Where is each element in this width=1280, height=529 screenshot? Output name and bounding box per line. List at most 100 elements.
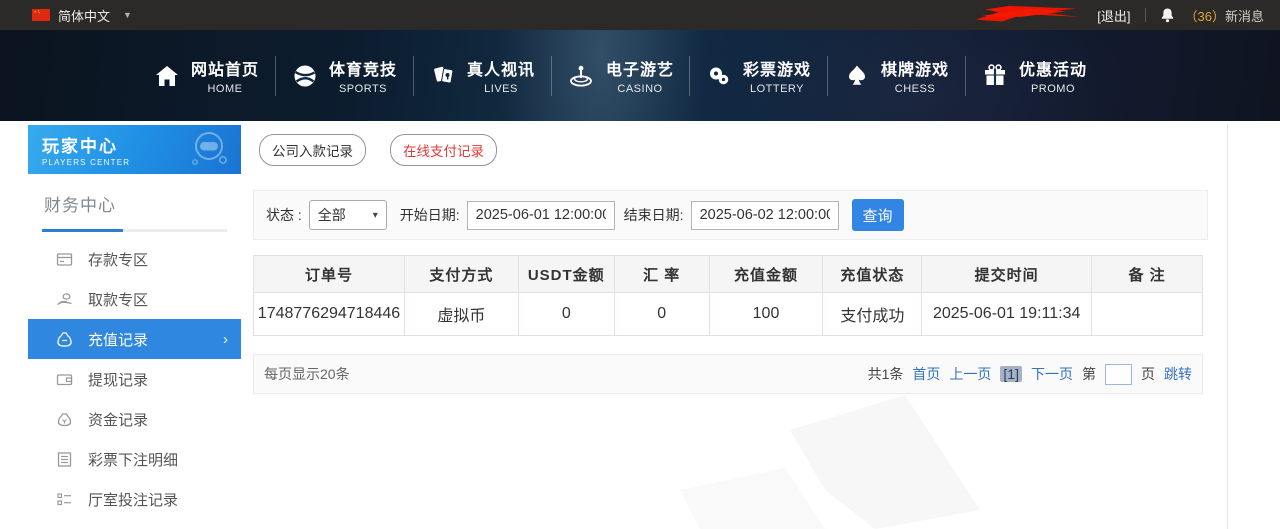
- next-page-link[interactable]: 下一页: [1031, 364, 1073, 384]
- filter-bar: 状态 : 全部 ▾ 开始日期: 结束日期: 查询: [253, 190, 1208, 240]
- status-label: 状态 :: [266, 205, 302, 225]
- sports-icon: [292, 63, 318, 89]
- nav-label-zh: 优惠活动: [1019, 56, 1087, 80]
- sidebar-item-lottery-bet-detail[interactable]: 彩票下注明细: [28, 439, 241, 479]
- main-content: 公司入款记录 在线支付记录 状态 : 全部 ▾ 开始日期: 结束日期: 查询 订…: [253, 125, 1208, 394]
- sidebar-item-label: 充值记录: [88, 329, 148, 350]
- sidebar-item-recharge-record[interactable]: 充值记录 ›: [28, 319, 241, 359]
- table-header-row: 订单号 支付方式 USDT金额 汇 率 充值金额 充值状态 提交时间 备 注: [254, 256, 1203, 293]
- status-select[interactable]: 全部 ▾: [309, 200, 387, 230]
- col-recharge-amount: 充值金额: [709, 256, 823, 293]
- section-title: 财务中心: [42, 187, 227, 229]
- withdrawal-record-icon: [56, 371, 73, 388]
- content-right-border: [1227, 124, 1228, 529]
- sidebar-item-label: 彩票下注明细: [88, 449, 178, 470]
- jump-link[interactable]: 跳转: [1164, 364, 1192, 384]
- start-date-input[interactable]: [467, 201, 615, 230]
- message-label[interactable]: 新消息: [1225, 9, 1264, 24]
- chevron-down-icon: ▾: [373, 210, 378, 221]
- chess-icon: [844, 63, 870, 89]
- nav-item-chess[interactable]: 棋牌游戏 CHESS: [828, 56, 965, 95]
- query-button[interactable]: 查询: [852, 199, 904, 231]
- nav-label-en: LOTTERY: [750, 83, 804, 95]
- sidebar-item-deposit[interactable]: 存款专区: [28, 239, 241, 279]
- redaction-scribble: [972, 5, 1087, 25]
- nav-item-lottery[interactable]: 彩票游戏 LOTTERY: [690, 56, 827, 95]
- sidebar-item-label: 厅室投注记录: [88, 489, 178, 510]
- language-selector[interactable]: 简体中文 ▼: [32, 6, 132, 25]
- sidebar-item-label: 资金记录: [88, 409, 148, 430]
- cell-exchange-rate: 0: [614, 293, 709, 336]
- cell-recharge-status: 支付成功: [823, 293, 922, 336]
- sidebar-item-withdrawal-record[interactable]: 提现记录: [28, 359, 241, 399]
- page-number-input[interactable]: [1105, 364, 1132, 385]
- section-underline: [42, 229, 227, 232]
- home-icon: [154, 64, 180, 88]
- sidebar-item-label: 取款专区: [88, 289, 148, 310]
- total-count: 共1条: [868, 364, 904, 384]
- sidebar-item-player-bet-report[interactable]: 玩家投注报表: [28, 519, 241, 529]
- sidebar-item-withdraw[interactable]: 取款专区: [28, 279, 241, 319]
- cell-submit-time: 2025-06-01 19:11:34: [922, 293, 1092, 336]
- nav-label-en: SPORTS: [339, 83, 387, 95]
- nav-label-en: CASINO: [617, 83, 662, 95]
- bell-icon[interactable]: [1160, 7, 1175, 24]
- nav-item-casino[interactable]: 电子游艺 CASINO: [552, 56, 689, 95]
- promo-icon: [982, 63, 1008, 88]
- nav-item-lives[interactable]: 真人视讯 LIVES: [414, 56, 551, 95]
- nav-label-zh: 电子游艺: [606, 56, 674, 80]
- table-row: 1748776294718446 虚拟币 0 0 100 支付成功 2025-0…: [254, 293, 1203, 336]
- tab-online-payment-record[interactable]: 在线支付记录: [390, 134, 497, 166]
- nav-label-zh: 网站首页: [191, 56, 259, 80]
- nav-item-home[interactable]: 网站首页 HOME: [138, 56, 275, 95]
- nav-item-promo[interactable]: 优惠活动 PROMO: [966, 56, 1103, 95]
- nav-label-zh: 彩票游戏: [743, 56, 811, 80]
- sidebar-item-funds-record[interactable]: 资金记录: [28, 399, 241, 439]
- nav-label-en: LIVES: [484, 83, 518, 95]
- sidebar-item-label: 存款专区: [88, 249, 148, 270]
- pagination-bar: 每页显示20条 共1条 首页 上一页 [1] 下一页 第 页 跳转: [253, 354, 1203, 394]
- cell-order-id: 1748776294718446: [254, 293, 405, 336]
- sidebar-item-hall-bet-record[interactable]: 厅室投注记录: [28, 479, 241, 519]
- sidebar-item-label: 提现记录: [88, 369, 148, 390]
- start-date-label: 开始日期:: [400, 205, 460, 225]
- tab-company-deposit-record[interactable]: 公司入款记录: [259, 134, 366, 166]
- chevron-down-icon: ▼: [123, 10, 132, 20]
- status-select-value: 全部: [318, 205, 346, 225]
- col-remark: 备 注: [1092, 256, 1203, 293]
- col-order-id: 订单号: [254, 256, 405, 293]
- cell-payment-method: 虚拟币: [404, 293, 518, 336]
- nav-label-en: HOME: [207, 83, 242, 95]
- cell-usdt-amount: 0: [518, 293, 614, 336]
- prev-page-link[interactable]: 上一页: [949, 364, 991, 384]
- lottery-detail-icon: [56, 451, 73, 468]
- nav-label-zh: 棋牌游戏: [881, 56, 949, 80]
- withdraw-icon: [56, 291, 73, 308]
- nav-label-en: PROMO: [1031, 83, 1075, 95]
- lottery-icon: [706, 63, 732, 89]
- recharge-icon: [56, 331, 73, 348]
- hall-bet-icon: [56, 491, 73, 508]
- deposit-icon: [56, 251, 73, 268]
- sidebar-menu: 存款专区 取款专区 充值记录 › 提现记录: [28, 239, 241, 529]
- gamepad-icon: [185, 130, 231, 170]
- message-count: （36）: [1185, 9, 1225, 24]
- first-page-link[interactable]: 首页: [912, 364, 940, 384]
- logout-link[interactable]: [退出]: [1097, 6, 1130, 25]
- nav-label-en: CHESS: [895, 83, 935, 95]
- topbar-divider: [1145, 8, 1146, 22]
- sidebar-header: 玩家中心 PLAYERS CENTER: [28, 125, 241, 174]
- nav-item-sports[interactable]: 体育竞技 SPORTS: [276, 56, 413, 95]
- cell-remark: [1092, 293, 1203, 336]
- recharge-record-table: 订单号 支付方式 USDT金额 汇 率 充值金额 充值状态 提交时间 备 注 1…: [253, 255, 1203, 336]
- current-page-indicator: [1]: [1000, 366, 1022, 382]
- funds-icon: [56, 411, 73, 428]
- jump-prefix-label: 第: [1082, 364, 1096, 384]
- cell-recharge-amount: 100: [709, 293, 823, 336]
- end-date-input[interactable]: [691, 201, 839, 230]
- sidebar: 玩家中心 PLAYERS CENTER 财务中心 存款专区: [28, 125, 241, 529]
- main-nav: 网站首页 HOME 体育竞技 SPORTS 真人视讯 LIVES: [0, 30, 1280, 121]
- chevron-right-icon: ›: [223, 331, 228, 348]
- page-size-label: 每页显示20条: [264, 364, 350, 384]
- col-submit-time: 提交时间: [922, 256, 1092, 293]
